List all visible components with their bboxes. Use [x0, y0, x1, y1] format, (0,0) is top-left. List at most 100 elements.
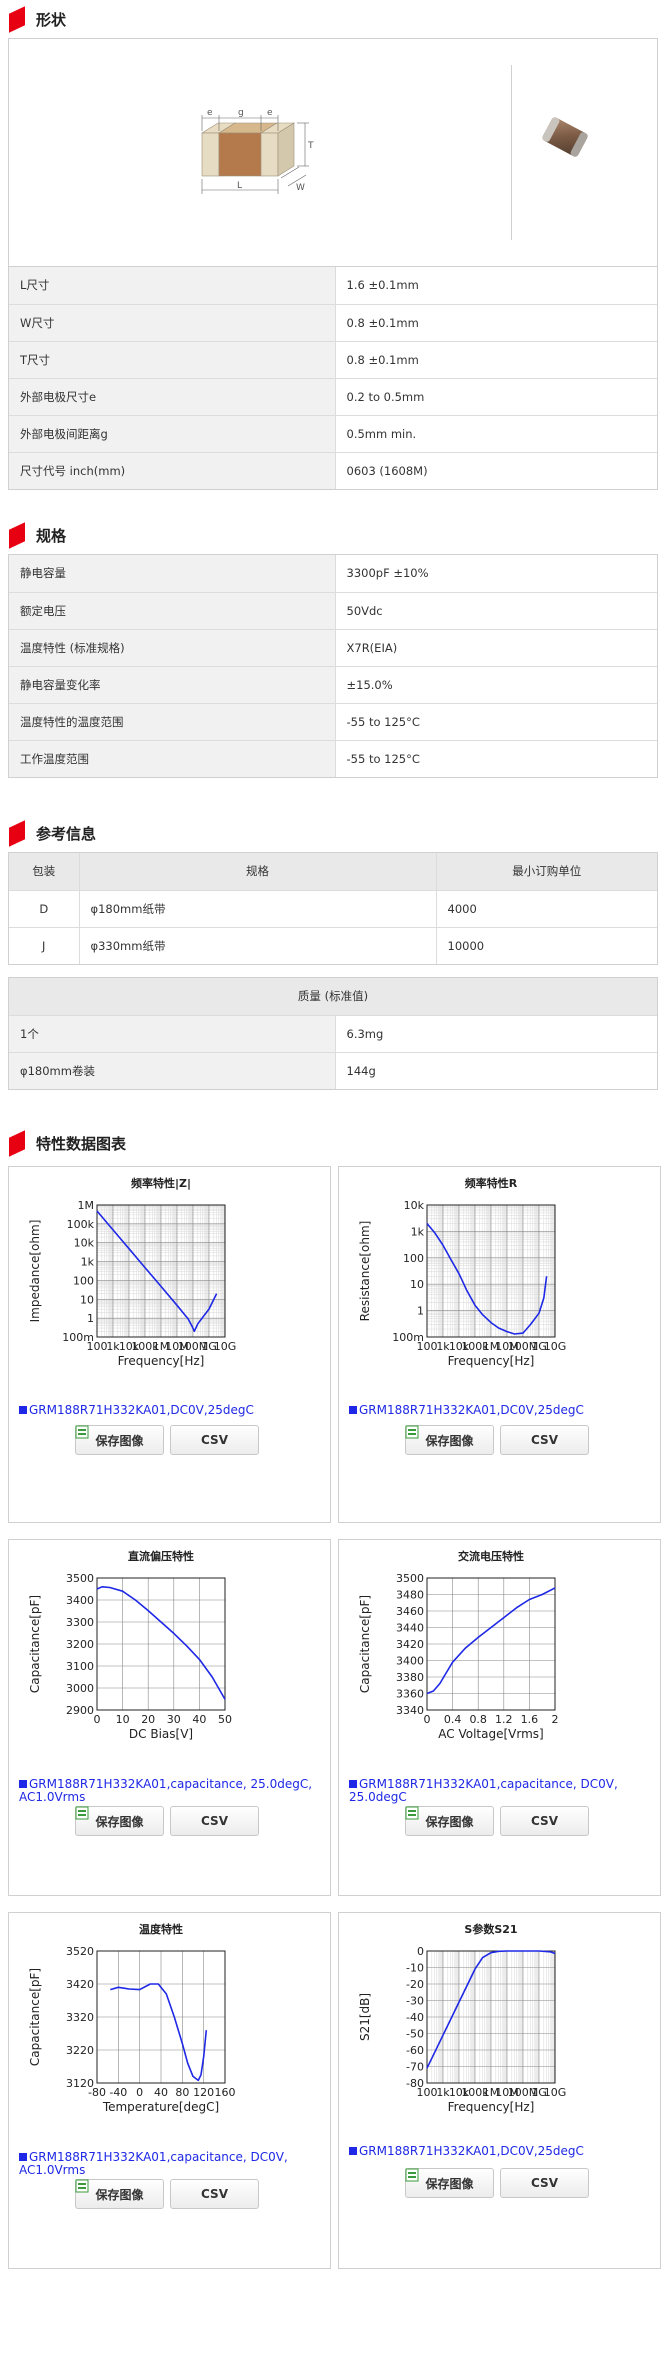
y-tick-label: 3300: [66, 1616, 94, 1629]
min-order-qty: 10000: [447, 938, 485, 953]
table-row: 外部电极间距离g 0.5mm min.: [9, 415, 657, 453]
section-reference-header: 参考信息: [0, 814, 666, 852]
chart-svg: 交流电压特性 0 0.4 0.8 1.2 1.6 2 3500 3480 3460 3440 3420…: [358, 1549, 559, 1741]
y-tick-label: 1k: [411, 1225, 425, 1238]
legend-swatch: [19, 2153, 27, 2161]
y-tick-label: -70: [406, 2061, 424, 2074]
spec-table: 静电容量 3300pF ±10% 额定电压 50Vdc 温度特性 (标准规格) X7R…: [9, 555, 657, 777]
table-row: T尺寸 0.8 ±0.1mm: [9, 341, 657, 379]
row-value: 0.8 ±0.1mm: [335, 304, 657, 342]
chart-svg: 温度特性-80 -40 0 40 80 120 1603520342033203220312…: [28, 1922, 236, 2114]
y-tick-label: 100k: [67, 1218, 95, 1231]
x-tick-label: 80: [175, 2086, 189, 2099]
legend-swatch: [349, 2147, 357, 2155]
series-legend: GRM188R71H332KA01,capacitance, DC0V, 25.…: [349, 1778, 654, 1804]
chart-card: S参数S21 100 1k 10k 100k 1M 10M 100M 1G 10G 0 -10 -20-…: [338, 1912, 661, 2269]
csv-button[interactable]: CSV: [75, 1806, 259, 1836]
series-legend: GRM188R71H332KA01,capacitance, 25.0degC,…: [19, 1778, 324, 1804]
csv-label: CSV: [531, 1814, 558, 1828]
section-flag-icon: [6, 524, 28, 546]
y-tick-label: 3360: [396, 1688, 424, 1701]
chart-actions: 保存图像 CSV: [75, 1425, 259, 1455]
y-tick-label: 0: [417, 1945, 424, 1958]
chart-card: 频率特性R 100 1k 10k 100k 1M 10M 100M 1G 10G 10k 1k 100 1…: [338, 1166, 661, 1523]
chart-actions: 保存图像 CSV: [405, 1425, 589, 1455]
mass-box: 质量 (标准值) 1个 6.3mg φ180mm卷装 144g: [8, 977, 658, 1090]
y-tick-label: 3400: [396, 1655, 424, 1668]
save-image-label: 保存图像: [95, 1814, 144, 1829]
x-tick-label: 1.2: [495, 1713, 513, 1726]
series-legend: GRM188R71H332KA01,DC0V,25degC: [349, 1404, 654, 1417]
chart-svg: 频率特性|Z|1001k 10k100k1M10M100M1G10G1M100k1…: [28, 1176, 236, 1368]
y-tick-label: -60: [406, 2044, 424, 2057]
row-key: L尺寸: [9, 267, 336, 305]
row-value: 0.5mm min.: [335, 415, 657, 453]
row-value: 0.2 to 0.5mm: [335, 378, 657, 416]
table-row: W尺寸 0.8 ±0.1mm: [9, 304, 657, 342]
charts-grid: 频率特性|Z| 100 1k 10k 100k 1M 10M 100M 1G 10G 1M 100k 1…: [8, 1166, 661, 2269]
packaging-box: 包装 规格 最小订购单位 D φ180mm纸带 4000 J φ330mm纸带 …: [8, 852, 658, 965]
x-tick-label: 10G: [544, 2086, 567, 2099]
x-tick-label: 10: [116, 1713, 130, 1726]
save-image-label: 保存图像: [95, 1433, 144, 1448]
y-tick-label: 2900: [66, 1704, 94, 1717]
row-key: 额定电压: [9, 592, 336, 630]
chart-card: 交流电压特性 0 0.4 0.8 1.2 1.6 2 3500 3480 3460 3440 3420…: [338, 1539, 661, 1896]
x-tick-label: 0.4: [444, 1713, 462, 1726]
package-spec: φ180mm纸带: [79, 890, 437, 928]
x-axis-label: DC Bias[V]: [129, 1727, 193, 1741]
y-tick-label: 100m: [392, 1331, 424, 1344]
chart-svg: 直流偏压特性 0 10 20 30 40 50 3500 3400 3300 3200 3100 300…: [28, 1549, 232, 1741]
y-tick-label: -40: [406, 2011, 424, 2024]
section-flag-icon: [6, 822, 28, 844]
row-value: -55 to 125°C: [335, 703, 657, 741]
x-tick-label: 0: [424, 1713, 431, 1726]
row-key: 外部电极尺寸e: [9, 378, 336, 416]
y-tick-label: -30: [406, 1995, 424, 2008]
x-tick-label: 30: [167, 1713, 181, 1726]
y-tick-label: 3500: [396, 1572, 424, 1585]
row-key: W尺寸: [9, 304, 336, 342]
row-key: 静电容量变化率: [9, 666, 336, 704]
shape-table: L尺寸 1.6 ±0.1mm W尺寸 0.8 ±0.1mm T尺寸 0.8 ±0.1m…: [9, 267, 657, 489]
y-tick-label: 3440: [396, 1622, 424, 1635]
save-image-label: 保存图像: [425, 1814, 474, 1829]
csv-button[interactable]: CSV: [75, 2179, 259, 2209]
legend-label: GRM188R71H332KA01,DC0V,25degC: [29, 1403, 254, 1417]
x-axis-label: Temperature[degC]: [102, 2100, 219, 2114]
x-tick-label: 1.6: [521, 1713, 539, 1726]
column-header: 包装: [9, 853, 80, 891]
spreadsheet-icon: [405, 1425, 419, 1439]
series-legend: GRM188R71H332KA01,DC0V,25degC: [19, 1404, 324, 1417]
legend-swatch: [349, 1406, 357, 1414]
table-row: 外部电极尺寸e 0.2 to 0.5mm: [9, 378, 657, 416]
csv-button[interactable]: CSV: [75, 1425, 259, 1455]
spreadsheet-icon: [75, 1425, 89, 1439]
y-tick-label: 3480: [396, 1589, 424, 1602]
row-value: 0603 (1608M): [335, 452, 657, 489]
row-key: 工作温度范围: [9, 740, 336, 777]
section-title: 形状: [36, 10, 67, 29]
package-code: D: [9, 890, 80, 928]
legend-label: GRM188R71H332KA01,capacitance, DC0V, AC1…: [19, 2150, 288, 2177]
mass-header: 质量 (标准值): [9, 978, 657, 1016]
row-key: 温度特性 (标准规格): [9, 629, 336, 667]
chart-actions: 保存图像 CSV: [405, 2168, 589, 2198]
dim-label-W: W: [296, 183, 305, 193]
x-axis-label: AC Voltage[Vrms]: [438, 1727, 543, 1741]
x-tick-label: 2: [552, 1713, 559, 1726]
chart-title: 温度特性: [139, 1922, 183, 1936]
y-tick-label: 100: [73, 1274, 94, 1287]
y-tick-label: 1: [87, 1312, 94, 1325]
y-tick-label: -50: [406, 2028, 424, 2041]
legend-label: GRM188R71H332KA01,DC0V,25degC: [359, 1403, 584, 1417]
y-tick-label: 3100: [66, 1660, 94, 1673]
csv-button[interactable]: CSV: [405, 2168, 589, 2198]
csv-button[interactable]: CSV: [405, 1425, 589, 1455]
y-tick-label: 3120: [66, 2077, 94, 2090]
y-tick-label: 3500: [66, 1572, 94, 1585]
dim-label-e1: e: [207, 108, 213, 118]
save-image-label: 保存图像: [425, 2176, 474, 2191]
csv-button[interactable]: CSV: [405, 1806, 589, 1836]
table-row: 静电容量 3300pF ±10%: [9, 555, 657, 593]
